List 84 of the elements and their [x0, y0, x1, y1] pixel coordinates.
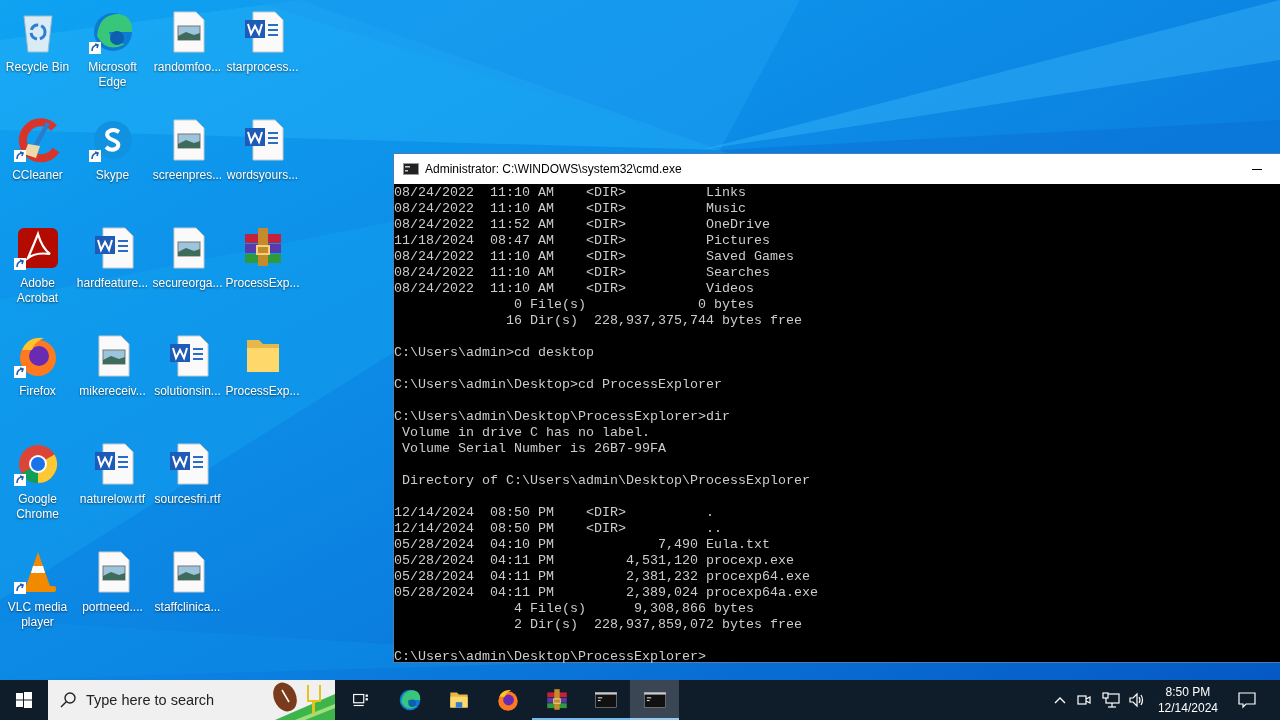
- console-line: 05/28/2024 04:11 PM 4,531,120 procexp.exe: [394, 553, 795, 569]
- console-line: 08/24/2022 11:10 AM <DIR> Saved Games: [394, 249, 795, 265]
- console-line: 08/24/2022 11:10 AM <DIR> Links: [394, 185, 747, 201]
- icon-label: ProcessExp...: [225, 384, 300, 399]
- console-line: 16 Dir(s) 228,937,375,744 bytes free: [504, 313, 803, 329]
- console-line: 4 File(s) 9,308,866 bytes: [512, 601, 755, 617]
- desktop-icon[interactable]: sourcesfri.rtf: [150, 440, 225, 548]
- search-icon: [60, 692, 76, 708]
- minimize-icon: [1252, 168, 1262, 170]
- console-line: 11/18/2024 08:47 AM <DIR> Pictures: [394, 233, 771, 249]
- icon-label: starprocess...: [225, 60, 300, 75]
- desktop-icon[interactable]: Microsoft Edge: [75, 8, 150, 116]
- camera-icon[interactable]: [1075, 692, 1092, 708]
- console-line: 05/28/2024 04:10 PM 7,490 Eula.txt: [394, 537, 771, 553]
- icon-label: Adobe Acrobat: [15, 276, 60, 306]
- console-line: C:\Users\admin\Desktop\ProcessExplorer>: [394, 649, 707, 665]
- icon-label: CCleaner: [11, 168, 64, 183]
- clock-time: 8:50 PM: [1165, 684, 1211, 700]
- console-line: C:\Users\admin>cd desktop: [394, 345, 595, 361]
- icon-label: screenpres...: [151, 168, 224, 183]
- icon-label: naturelow.rtf: [78, 492, 147, 507]
- desktop-icon[interactable]: Adobe Acrobat: [0, 224, 75, 332]
- console-line: 08/24/2022 11:10 AM <DIR> Searches: [394, 265, 771, 281]
- taskbar-button[interactable]: [630, 680, 679, 720]
- icon-label: Recycle Bin: [4, 60, 71, 75]
- notification-icon[interactable]: [1238, 691, 1256, 709]
- desktop-icon[interactable]: Firefox: [0, 332, 75, 440]
- icon-label: ProcessExp...: [225, 276, 300, 291]
- console-line: Directory of C:\Users\admin\Desktop\ProcessExplorer: [401, 473, 811, 489]
- desktop-icon[interactable]: hardfeature...: [75, 224, 150, 332]
- console-line: 08/24/2022 11:52 AM <DIR> OneDrive: [394, 217, 771, 233]
- console-line: 12/14/2024 08:50 PM <DIR> ..: [394, 521, 723, 537]
- console-line: 2 Dir(s) 228,937,859,072 bytes free: [512, 617, 803, 633]
- desktop-icon[interactable]: solutionsin...: [150, 332, 225, 440]
- desktop-icon[interactable]: Skype: [75, 116, 150, 224]
- desktop-icon[interactable]: Recycle Bin: [0, 8, 75, 116]
- icon-label: staffclinica...: [153, 600, 222, 615]
- desktop-icon[interactable]: ProcessExp...: [225, 332, 300, 440]
- search-field[interactable]: Type here to search: [86, 680, 256, 720]
- icon-label: Microsoft Edge: [87, 60, 138, 90]
- console-line: C:\Users\admin\Desktop\ProcessExplorer>dir: [394, 409, 731, 425]
- clock-date: 12/14/2024: [1157, 700, 1218, 716]
- icon-label: VLC media player: [6, 600, 69, 630]
- console-line: 12/14/2024 08:50 PM <DIR> .: [394, 505, 715, 521]
- icon-label: hardfeature...: [75, 276, 150, 291]
- desktop-icon[interactable]: randomfoo...: [150, 8, 225, 116]
- desktop-icon[interactable]: CCleaner: [0, 116, 75, 224]
- desktop-icon[interactable]: portneed....: [75, 548, 150, 656]
- desktop-icon[interactable]: starprocess...: [225, 8, 300, 116]
- icon-label: sourcesfri.rtf: [153, 492, 222, 507]
- console-icon: [403, 163, 419, 175]
- network-icon[interactable]: [1101, 692, 1120, 708]
- window-title: Administrator: C:\WINDOWS\system32\cmd.exe: [425, 161, 682, 178]
- desktop-icon[interactable]: secureorga...: [150, 224, 225, 332]
- desktop-icon[interactable]: staffclinica...: [150, 548, 225, 656]
- icon-label: portneed....: [81, 600, 144, 615]
- console-line: 05/28/2024 04:11 PM 2,389,024 procexp64a.exe: [394, 585, 819, 601]
- desktop-icon[interactable]: mikereceiv...: [75, 332, 150, 440]
- icon-label: mikereceiv...: [78, 384, 147, 399]
- icon-label: wordsyours...: [225, 168, 300, 183]
- icon-label: solutionsin...: [153, 384, 222, 399]
- console-line: Volume Serial Number is 26B7-99FA: [401, 441, 667, 457]
- console-line: 05/28/2024 04:11 PM 2,381,232 procexp64.exe: [394, 569, 811, 585]
- chevron-up-icon[interactable]: [1053, 696, 1066, 704]
- console-line: 08/24/2022 11:10 AM <DIR> Videos: [394, 281, 755, 297]
- clock[interactable]: 8:50 PM 12/14/2024: [1157, 684, 1218, 716]
- console-line: Volume in drive C has no label.: [401, 425, 651, 441]
- speaker-icon[interactable]: [1127, 692, 1146, 708]
- search-bar[interactable]: Type here to search: [48, 680, 335, 720]
- windows-logo-icon: [16, 692, 32, 708]
- icon-label: secureorga...: [151, 276, 224, 291]
- icon-label: Google Chrome: [15, 492, 60, 522]
- console-line: C:\Users\admin\Desktop>cd ProcessExplorer: [394, 377, 723, 393]
- desktop-icon[interactable]: ProcessExp...: [225, 224, 300, 332]
- desktop-icon[interactable]: screenpres...: [150, 116, 225, 224]
- icon-label: randomfoo...: [152, 60, 223, 75]
- desktop-icon[interactable]: VLC media player: [0, 548, 75, 656]
- console-line: 08/24/2022 11:10 AM <DIR> Music: [394, 201, 747, 217]
- icon-label: Skype: [94, 168, 131, 183]
- desktop-icon[interactable]: Google Chrome: [0, 440, 75, 548]
- console-line: 0 File(s) 0 bytes: [512, 297, 755, 313]
- icon-label: Firefox: [18, 384, 57, 399]
- desktop-icon[interactable]: wordsyours...: [225, 116, 300, 224]
- desktop-icon[interactable]: naturelow.rtf: [75, 440, 150, 548]
